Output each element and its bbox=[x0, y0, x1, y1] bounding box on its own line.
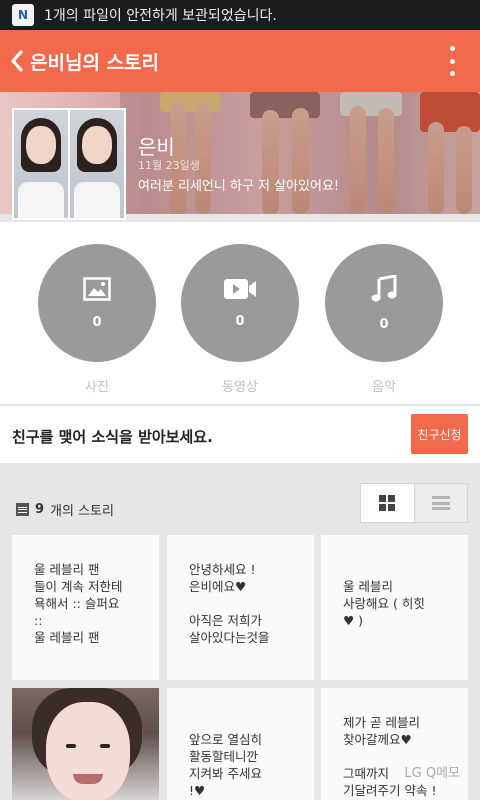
profile-name: 은비 bbox=[138, 135, 175, 159]
story-card-text: 울 레블리 팬 들이 계속 저한테 욕해서 :: 슬퍼요 :: 울 레블리 팬 bbox=[34, 562, 123, 645]
grid-view-icon bbox=[379, 495, 396, 511]
story-card[interactable]: 울 레블리 팬 들이 계속 저한테 욕해서 :: 슬퍼요 :: 울 레블리 팬 bbox=[12, 535, 159, 680]
video-count: 0 bbox=[235, 313, 245, 329]
app-bar: 은비님의 스토리 bbox=[0, 30, 480, 92]
story-card[interactable]: 앞으로 열심히 활동할테니깐 지켜봐 주세요 !♥ bbox=[167, 688, 314, 800]
music-label: 음악 bbox=[372, 380, 396, 395]
memo-watermark: LG Q메모 bbox=[404, 766, 460, 781]
friend-request-panel: 친구를 맺어 소식을 받아보세요. 친구신청 bbox=[0, 405, 480, 463]
friend-prompt: 친구를 맺어 소식을 받아보세요. bbox=[12, 428, 213, 446]
photo-label: 사진 bbox=[85, 380, 109, 395]
back-arrow-icon[interactable] bbox=[4, 30, 30, 92]
friend-request-button[interactable]: 친구신청 bbox=[411, 414, 468, 454]
story-card-text: 울 레블리 사랑해요 ( 히힛 ♥ ) bbox=[343, 579, 425, 628]
media-videos[interactable]: 0 동영상 bbox=[181, 244, 299, 395]
grid-view-button[interactable] bbox=[361, 484, 414, 522]
story-header: 9 개의 스토리 bbox=[0, 463, 480, 535]
story-card-text: 앞으로 열심히 활동할테니깐 지켜봐 주세요 !♥ bbox=[189, 732, 262, 798]
story-count-label: 개의 스토리 bbox=[50, 504, 114, 519]
list-view-icon bbox=[431, 496, 450, 510]
list-icon bbox=[16, 503, 29, 516]
photo-count: 0 bbox=[92, 314, 102, 330]
profile-birthday: 11월 23일생 bbox=[138, 159, 200, 172]
list-view-button[interactable] bbox=[413, 484, 467, 522]
profile-photo[interactable] bbox=[12, 108, 126, 220]
video-label: 동영상 bbox=[222, 380, 258, 395]
page-title: 은비님의 스토리 bbox=[30, 51, 159, 74]
status-bar: N 1개의 파일이 안전하게 보관되었습니다. bbox=[0, 0, 480, 30]
story-count-number: 9 bbox=[35, 502, 45, 517]
story-card-text: 제가 곧 레블리 찾아갈께요♥ 그때까지 기달려주기 약속 ! bbox=[343, 715, 437, 798]
story-card[interactable]: 울 레블리 사랑해요 ( 히힛 ♥ ) bbox=[321, 535, 468, 680]
app-notification-icon: N bbox=[12, 4, 34, 26]
view-toggle bbox=[360, 483, 468, 523]
photo-icon bbox=[83, 276, 111, 305]
media-music[interactable]: 0 음악 bbox=[325, 244, 443, 395]
media-panel: 0 사진 0 동영상 0 음악 bbox=[0, 222, 480, 404]
video-icon bbox=[223, 278, 257, 304]
profile-status-message: 여러분 리세언니 하구 저 살아있어요! bbox=[138, 179, 340, 194]
story-card[interactable]: 제가 곧 레블리 찾아갈께요♥ 그때까지 기달려주기 약속 ! bbox=[321, 688, 468, 800]
story-card[interactable]: 안녕하세요 ! 은비에요♥ 아직은 저희가 살아있다는것을 bbox=[167, 535, 314, 680]
music-count: 0 bbox=[379, 316, 389, 332]
media-photos[interactable]: 0 사진 bbox=[38, 244, 156, 395]
music-note-icon bbox=[371, 273, 397, 307]
story-card-photo[interactable] bbox=[12, 688, 159, 800]
more-vert-icon[interactable] bbox=[448, 46, 456, 76]
story-count: 9 개의 스토리 bbox=[16, 500, 114, 519]
story-card-text: 안녕하세요 ! 은비에요♥ 아직은 저희가 살아있다는것을 bbox=[189, 562, 270, 645]
notification-text: 1개의 파일이 안전하게 보관되었습니다. bbox=[44, 8, 277, 24]
